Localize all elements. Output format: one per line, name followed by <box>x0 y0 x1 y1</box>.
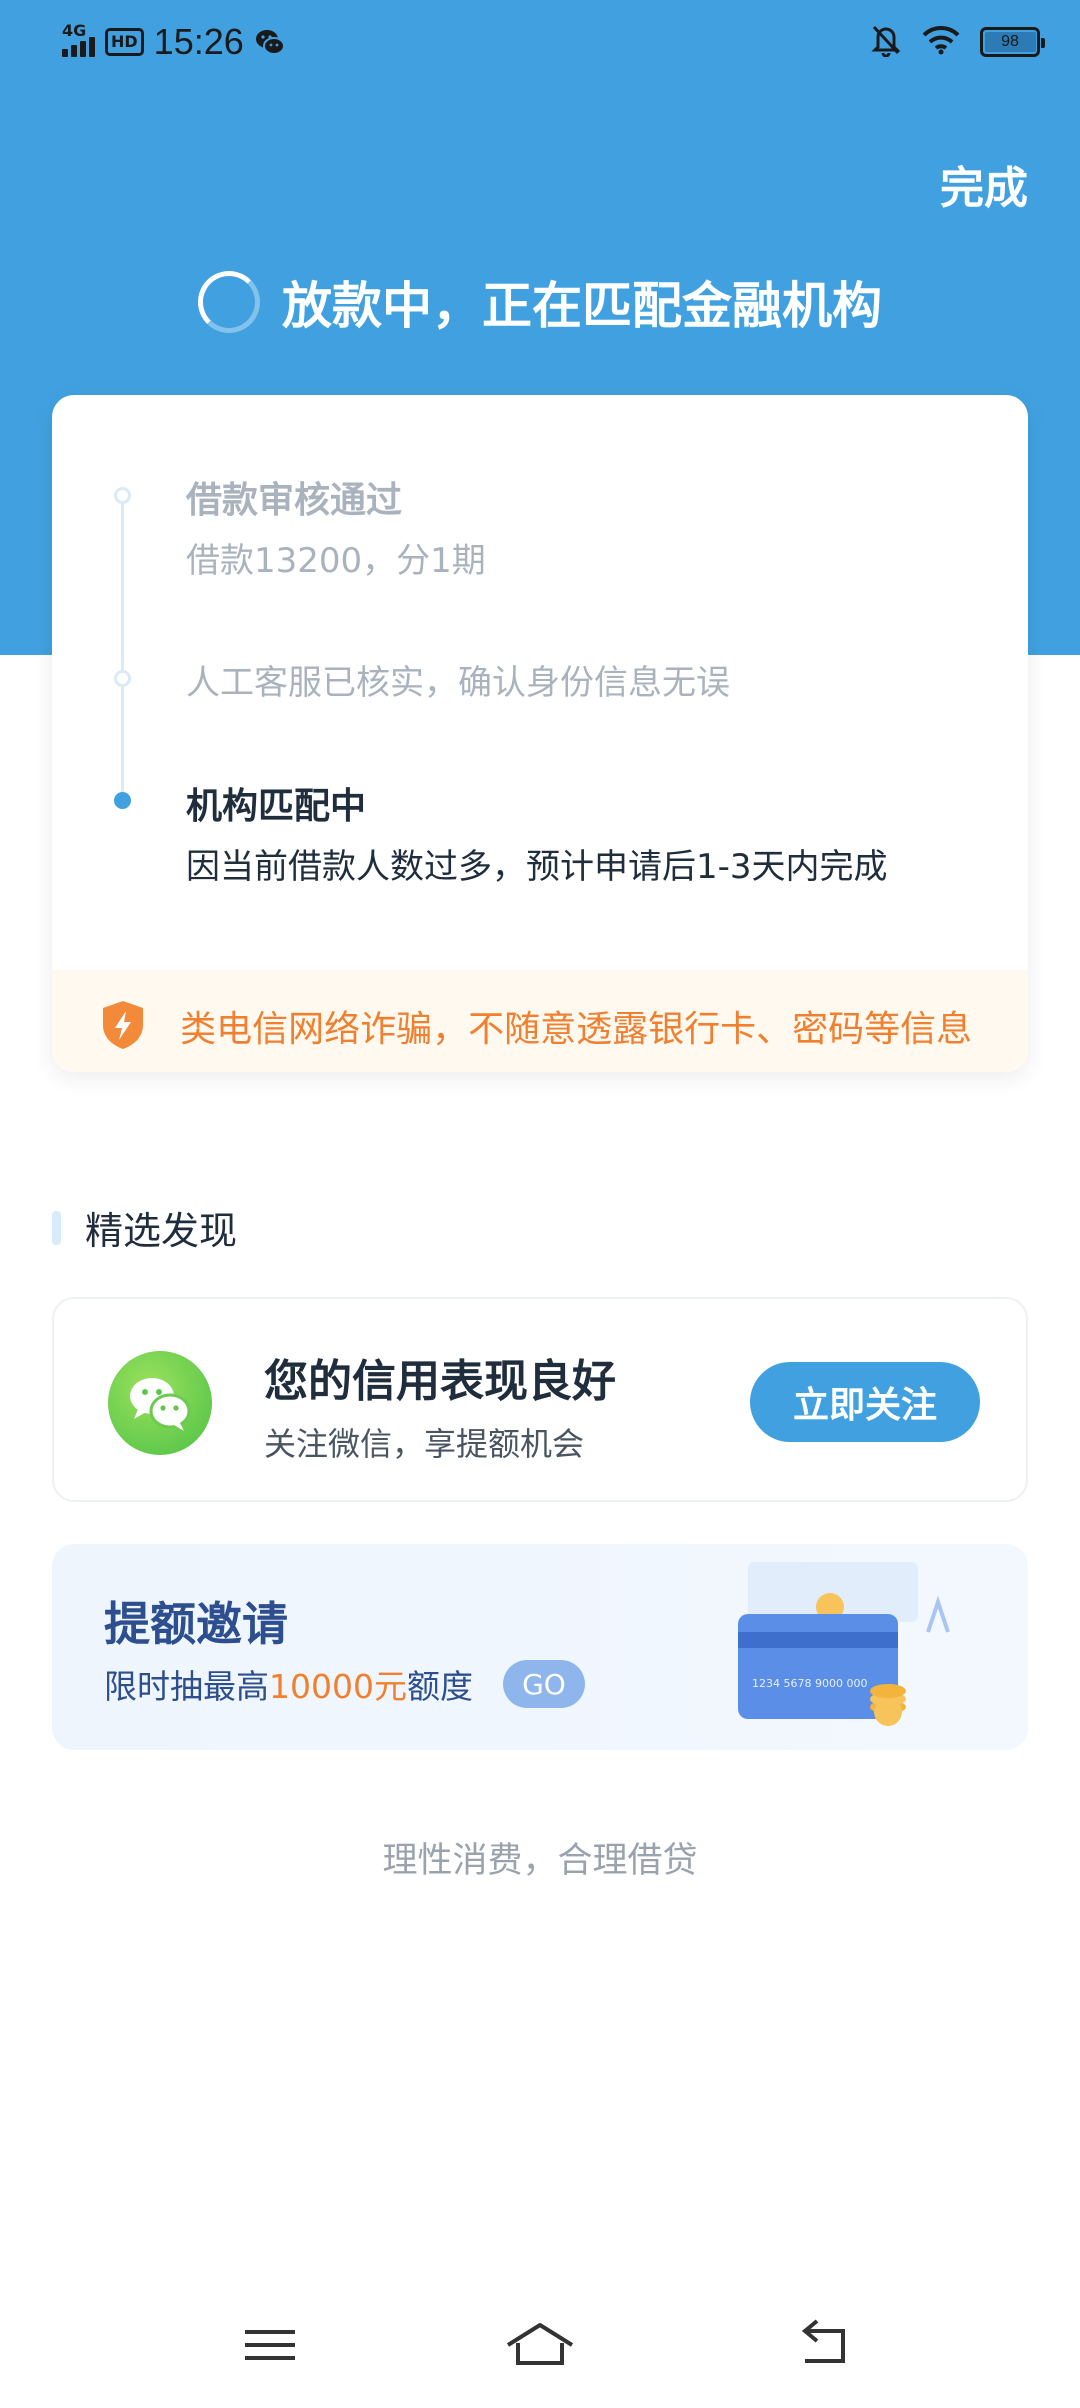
timeline-line <box>121 497 124 803</box>
slogan: 理性消费，合理借贷 <box>382 1841 698 1881</box>
invite-sub-prefix: 限时抽最高 <box>104 1667 269 1706</box>
step-dot <box>114 487 131 504</box>
go-button[interactable]: GO <box>502 1660 585 1708</box>
status-bar: 4G HD 15:26 98 <box>0 0 1080 84</box>
step-desc: 借款13200，分1期 <box>186 541 486 581</box>
progress-card: 借款审核通过 借款13200，分1期 人工客服已核实，确认身份信息无误 机构匹配… <box>52 395 1028 1072</box>
invite-amount: 10000元 <box>269 1667 407 1706</box>
step-title: 机构匹配中 <box>186 786 367 827</box>
wifi-icon <box>922 25 960 59</box>
follow-button[interactable]: 立即关注 <box>750 1362 980 1442</box>
loading-status: 放款中，正在匹配金融机构 <box>0 266 1080 338</box>
wechat-notification-icon <box>254 26 286 58</box>
step-dot <box>114 670 131 687</box>
section-title-text: 精选发现 <box>85 1209 238 1253</box>
shield-icon <box>100 999 146 1051</box>
credit-invite-card[interactable]: 提额邀请 限时抽最高 10000元 额度 GO 1234 5678 9000 0… <box>52 1544 1028 1750</box>
step-dot-active <box>114 792 131 809</box>
done-button[interactable]: 完成 <box>940 152 1028 216</box>
system-nav-bar <box>0 2300 1080 2390</box>
hd-badge: HD <box>105 28 144 56</box>
menu-icon[interactable] <box>240 2315 300 2375</box>
card-number: 1234 5678 9000 000 <box>752 1677 867 1690</box>
wechat-card-subtitle: 关注微信，享提额机会 <box>264 1425 585 1463</box>
invite-sub-suffix: 额度 <box>406 1667 473 1706</box>
step-desc: 因当前借款人数过多，预计申请后1-3天内完成 <box>186 847 888 887</box>
notice-marquee: ;类电信网络诈骗，不随意透露银行卡、密码等信息 <box>180 970 980 1072</box>
fraud-notice-bar: ;类电信网络诈骗，不随意透露银行卡、密码等信息 <box>52 970 1028 1072</box>
step-title: 人工客服已核实，确认身份信息无误 <box>186 663 730 703</box>
invite-title: 提额邀请 <box>104 1597 288 1651</box>
status-time: 15:26 <box>153 21 244 62</box>
battery-icon: 98 <box>980 27 1045 57</box>
home-icon[interactable] <box>505 2315 575 2375</box>
credit-card-illustration-icon: 1234 5678 9000 000 <box>738 1562 988 1737</box>
wechat-follow-card[interactable]: 您的信用表现良好 关注微信，享提额机会 立即关注 <box>52 1297 1028 1502</box>
section-marker <box>52 1210 61 1245</box>
battery-level: 98 <box>1001 33 1019 50</box>
status-bar-left: 4G HD 15:26 <box>62 20 286 64</box>
status-bar-right: 98 <box>870 20 1045 64</box>
network-type: 4G <box>62 21 87 40</box>
wechat-card-title: 您的信用表现良好 <box>264 1356 616 1407</box>
invite-subtitle: 限时抽最高 10000元 额度 GO <box>104 1660 585 1708</box>
loading-text: 放款中，正在匹配金融机构 <box>282 277 882 335</box>
loading-spinner-icon <box>198 271 260 333</box>
section-title: 精选发现 <box>52 1200 237 1255</box>
step-title: 借款审核通过 <box>186 480 403 521</box>
back-icon[interactable] <box>795 2315 855 2375</box>
notice-text: ;类电信网络诈骗，不随意透露银行卡、密码等信息 <box>180 1009 973 1050</box>
mute-bell-icon <box>870 23 902 61</box>
signal-icon: 4G <box>62 21 95 57</box>
wechat-icon <box>108 1351 212 1455</box>
